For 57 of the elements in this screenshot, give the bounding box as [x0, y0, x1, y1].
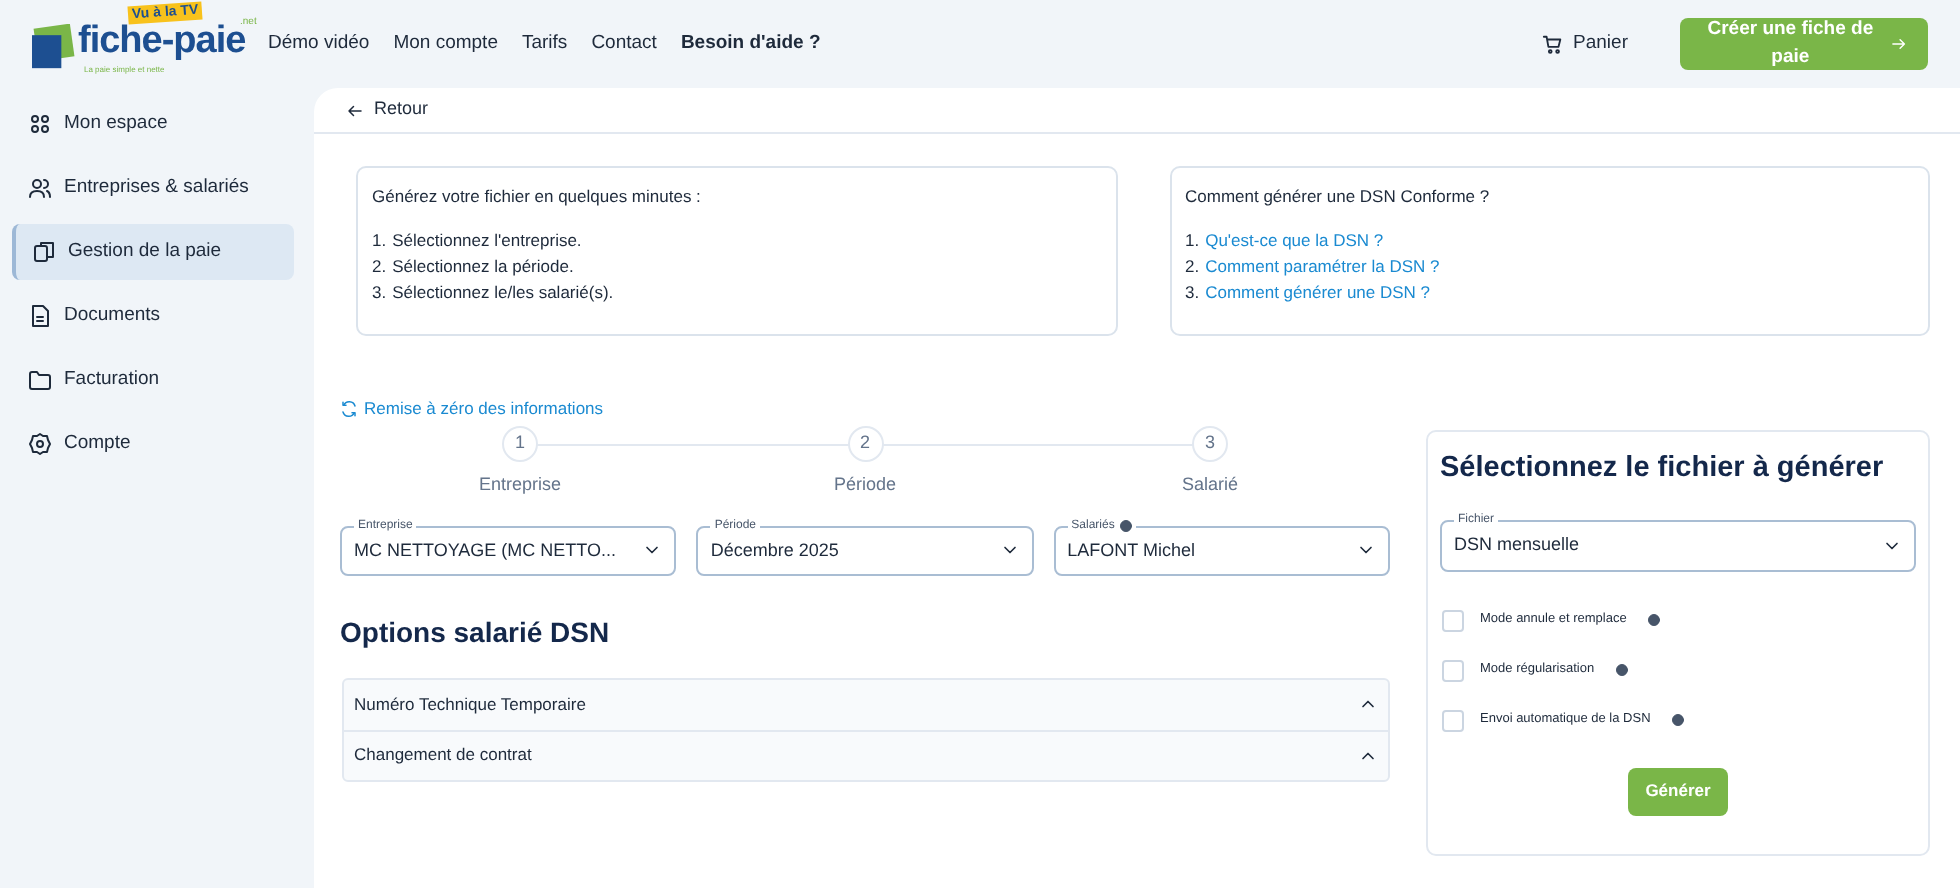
step-label: Période — [833, 471, 897, 498]
list-number: 1. — [372, 227, 387, 254]
section-heading: Options salarié DSN — [340, 613, 612, 652]
nav-link[interactable]: Démo vidéo — [268, 29, 370, 59]
list-number: 2. — [1185, 253, 1200, 280]
copy-icon — [32, 240, 56, 264]
list-text: Sélectionnez la période. — [392, 253, 574, 280]
help-icon — [1120, 519, 1133, 532]
checkbox[interactable] — [1442, 659, 1464, 682]
reset-link[interactable]: Remise à zéro des informations — [340, 396, 1390, 422]
accordion-header[interactable]: Numéro Technique Temporaire — [344, 679, 1388, 730]
checkbox[interactable] — [1442, 609, 1464, 632]
step-number: 1 — [502, 425, 538, 462]
list-number: 1. — [1185, 227, 1200, 254]
arrow-left-icon — [346, 101, 364, 119]
back-link[interactable]: Retour — [346, 96, 429, 124]
list-text: Sélectionnez l'entreprise. — [392, 227, 582, 254]
list-number: 3. — [372, 279, 387, 306]
nav-link[interactable]: Besoin d'aide ? — [680, 29, 821, 59]
panel-title: Sélectionnez le fichier à générer — [1440, 450, 1886, 488]
settings-icon — [28, 432, 52, 456]
step-number: 2 — [847, 425, 883, 462]
nav-link[interactable]: Mon compte — [393, 29, 498, 59]
accordion-header[interactable]: Changement de contrat — [344, 729, 1388, 780]
help-icon — [1616, 664, 1629, 677]
grid-icon — [28, 112, 52, 136]
sidebar-item[interactable]: Gestion de la paie — [12, 224, 294, 280]
users-icon — [28, 176, 52, 200]
help-icon — [1648, 614, 1661, 627]
sidebar-item[interactable]: Facturation — [12, 352, 294, 408]
cart-icon — [1541, 33, 1564, 55]
list-number: 3. — [1185, 279, 1200, 306]
card-title: Générez votre fichier en quelques minutes : — [372, 184, 703, 210]
list-text: Sélectionnez le/les salarié(s). — [392, 279, 614, 306]
refresh-icon — [340, 399, 358, 418]
list-number: 2. — [372, 253, 387, 280]
help-link[interactable]: Comment paramétrer la DSN ? — [1205, 253, 1440, 280]
cart-link[interactable]: Panier — [1541, 29, 1628, 59]
step-label: Entreprise — [478, 471, 562, 498]
sidebar-item[interactable]: Documents — [12, 288, 294, 344]
step-label: Salarié — [1181, 471, 1238, 498]
arrow-right-icon — [1890, 34, 1908, 54]
sidebar-item[interactable]: Mon espace — [12, 96, 294, 152]
nav-link[interactable]: Tarifs — [521, 29, 568, 59]
folder-icon — [28, 368, 52, 392]
checkbox[interactable] — [1442, 709, 1464, 732]
document-icon — [28, 304, 52, 328]
help-icon — [1672, 714, 1685, 727]
help-link[interactable]: Qu'est-ce que la DSN ? — [1205, 227, 1384, 254]
logo-icon — [32, 24, 76, 72]
card-title: Comment générer une DSN Conforme ? — [1185, 184, 1492, 210]
nav-link[interactable]: Contact — [591, 29, 657, 59]
sidebar-item[interactable]: Entreprises & salariés — [12, 160, 294, 216]
logo-text: fiche-paie — [78, 22, 246, 62]
help-link[interactable]: Comment générer une DSN ? — [1205, 279, 1431, 306]
step-number: 3 — [1192, 425, 1228, 462]
sidebar-item[interactable]: Compte — [12, 416, 294, 472]
